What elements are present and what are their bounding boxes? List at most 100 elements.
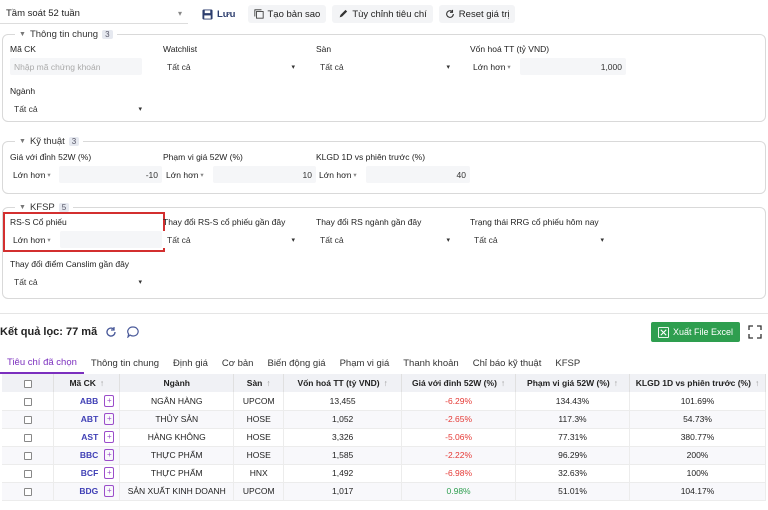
chevron-down-icon: ▾ xyxy=(291,236,295,244)
stock-code-link[interactable]: AST xyxy=(81,432,98,442)
save-button[interactable]: Lưu xyxy=(196,5,242,23)
table-row[interactable]: ABB + NGÂN HÀNG UPCOM 13,455 -6.29% 134.4… xyxy=(2,392,767,411)
fullscreen-icon[interactable] xyxy=(748,325,762,339)
preset-select[interactable]: Tầm soát 52 tuần ▾ xyxy=(0,4,188,24)
add-watchlist-icon[interactable]: + xyxy=(104,449,115,461)
customize-criteria-button[interactable]: Tùy chỉnh tiêu chí xyxy=(332,5,433,23)
chevron-down-icon: ▾ xyxy=(47,171,51,179)
chevron-down-icon: ▾ xyxy=(177,9,182,18)
tab-general-info[interactable]: Thông tin chung xyxy=(84,352,166,374)
rs-industry-field: Thay đổi RS ngành gần đây Tất cả ▾ xyxy=(316,217,454,248)
table-row[interactable]: AST + HÀNG KHÔNG HOSE 3,326 -5.06% 77.31%… xyxy=(2,428,767,447)
add-watchlist-icon[interactable]: + xyxy=(104,413,115,425)
select-all-checkbox[interactable] xyxy=(23,379,32,388)
volume-change-operator-select[interactable]: Lớn hơn ▾ xyxy=(316,166,366,183)
excel-icon xyxy=(657,326,669,338)
row-checkbox[interactable] xyxy=(23,469,32,478)
rs-industry-select[interactable]: Tất cả ▾ xyxy=(316,231,454,248)
add-watchlist-icon[interactable]: + xyxy=(104,485,115,497)
industry-field: Ngành Tất cả ▾ xyxy=(10,86,146,117)
market-cap-input[interactable]: 1,000 xyxy=(520,58,626,75)
refresh-icon[interactable] xyxy=(103,324,119,340)
table-row[interactable]: BBC + THỰC PHẨM HOSE 1,585 -2.22% 96.29% … xyxy=(2,446,767,465)
range-cell: 134.43% xyxy=(515,392,630,411)
collapse-caret-icon: ▼ xyxy=(19,138,26,145)
canslim-change-field: Thay đổi điểm Canslim gần đây Tất cả ▾ xyxy=(10,259,146,290)
table-header-row: Mã CK ↑ Ngành Sàn ↑ Vốn hoá TT (tỷ VND) ↑ G… xyxy=(2,374,767,392)
tab-kfsp[interactable]: KFSP xyxy=(548,352,587,374)
tab-selected-criteria[interactable]: Tiêu chí đã chọn xyxy=(0,352,84,374)
market-cap-operator-select[interactable]: Lớn hơn ▾ xyxy=(470,58,520,75)
stock-code-link[interactable]: ABT xyxy=(81,414,98,424)
reset-button[interactable]: Reset giá trị xyxy=(438,5,516,23)
stock-code-link[interactable]: BCF xyxy=(81,468,98,478)
sort-arrow-icon: ↑ xyxy=(500,378,506,388)
sort-arrow-icon: ↑ xyxy=(383,378,388,388)
column-header[interactable]: Mã CK ↑ xyxy=(53,374,121,392)
row-checkbox[interactable] xyxy=(23,415,32,424)
row-checkbox[interactable] xyxy=(23,451,32,460)
column-header[interactable]: Vốn hoá TT (tỷ VND) ↑ xyxy=(283,374,403,392)
volume-change-input[interactable]: 40 xyxy=(366,166,470,183)
vs-peak-cell: -6.98% xyxy=(401,464,517,483)
criteria-count-badge: 5 xyxy=(58,203,70,212)
industry-cell: THỰC PHẨM xyxy=(119,446,235,465)
price-vs-peak-input[interactable]: -10 xyxy=(59,166,162,183)
tab-price-range[interactable]: Phạm vi giá xyxy=(333,352,397,374)
sort-arrow-icon: ↑ xyxy=(99,378,105,388)
row-checkbox[interactable] xyxy=(23,397,32,406)
chevron-down-icon: ▾ xyxy=(138,105,142,113)
tab-valuation[interactable]: Định giá xyxy=(166,352,215,374)
market-cap-cell: 1,052 xyxy=(283,410,403,429)
volume-change-field: KLGD 1D vs phiên trước (%) Lớn hơn ▾ 40 xyxy=(316,152,472,183)
chat-bubble-icon[interactable] xyxy=(125,324,141,340)
row-checkbox[interactable] xyxy=(23,487,32,496)
market-cap-cell: 1,585 xyxy=(283,446,403,465)
column-header[interactable]: Sàn ↑ xyxy=(233,374,285,392)
column-header[interactable]: Ngành xyxy=(119,374,235,392)
add-watchlist-icon[interactable]: + xyxy=(104,467,115,479)
watchlist-select[interactable]: Tất cả ▾ xyxy=(163,58,299,75)
tab-price-movement[interactable]: Biến động giá xyxy=(260,352,332,374)
table-row[interactable]: ABT + THỦY SẢN HOSE 1,052 -2.65% 117.3% 5… xyxy=(2,410,767,429)
add-watchlist-icon[interactable]: + xyxy=(104,394,115,407)
exchange-cell: UPCOM xyxy=(233,392,285,411)
stock-code-input[interactable]: Nhập mã chứng khoán xyxy=(10,58,142,75)
rrg-state-select[interactable]: Tất cả ▾ xyxy=(470,231,608,248)
rs-change-select[interactable]: Tất cả ▾ xyxy=(163,231,299,248)
pencil-icon xyxy=(338,9,348,19)
price-range-input[interactable]: 10 xyxy=(212,166,316,183)
canslim-change-select[interactable]: Tất cả ▾ xyxy=(10,273,146,290)
preset-label: Tầm soát 52 tuần xyxy=(6,8,80,19)
criteria-count-badge: 3 xyxy=(102,30,113,39)
sort-arrow-icon: ↑ xyxy=(613,378,618,388)
tab-fundamentals[interactable]: Cơ bản xyxy=(215,352,261,374)
column-header[interactable]: Phạm vi giá 52W (%) ↑ xyxy=(515,374,630,392)
exchange-select[interactable]: Tất cả ▾ xyxy=(316,58,454,75)
general-info-legend[interactable]: ▼ Thông tin chung 3 xyxy=(15,29,117,40)
column-header[interactable]: KLGD 1D vs phiên trước (%) ↑ xyxy=(629,374,767,392)
stock-code-link[interactable]: BDG xyxy=(79,486,98,496)
chevron-down-icon: ▾ xyxy=(446,63,450,71)
column-header[interactable]: Giá với đỉnh 52W (%) ↑ xyxy=(401,374,517,392)
price-vs-peak-field: Giá với đỉnh 52W (%) Lớn hơn ▾ -10 xyxy=(10,152,162,183)
stock-code-link[interactable]: BBC xyxy=(80,450,98,460)
stock-code-link[interactable]: ABB xyxy=(80,396,98,406)
chevron-down-icon: ▾ xyxy=(446,236,450,244)
chevron-down-icon: ▾ xyxy=(600,236,604,244)
tab-liquidity[interactable]: Thanh khoản xyxy=(396,352,465,374)
price-range-operator-select[interactable]: Lớn hơn ▾ xyxy=(163,166,213,183)
market-cap-cell: 1,492 xyxy=(283,464,403,483)
add-watchlist-icon[interactable]: + xyxy=(104,431,115,443)
copy-button[interactable]: Tạo bản sao xyxy=(247,5,327,23)
tab-technical-indicators[interactable]: Chỉ báo kỹ thuật xyxy=(466,352,549,374)
technical-legend[interactable]: ▼ Kỹ thuật 3 xyxy=(15,136,84,147)
export-excel-button[interactable]: Xuất File Excel xyxy=(650,322,740,342)
industry-select[interactable]: Tất cả ▾ xyxy=(10,100,146,117)
chevron-down-icon: ▾ xyxy=(507,63,511,71)
table-row[interactable]: BDG + SẢN XUẤT KINH DOANH UPCOM 1,017 0.9… xyxy=(2,482,767,501)
table-row[interactable]: BCF + THỰC PHẨM HNX 1,492 -6.98% 32.63% 1… xyxy=(2,464,767,483)
price-vs-peak-operator-select[interactable]: Lớn hơn ▾ xyxy=(10,166,59,183)
rrg-state-field: Trạng thái RRG cổ phiếu hôm nay Tất cả ▾ xyxy=(470,217,608,248)
row-checkbox[interactable] xyxy=(23,433,32,442)
